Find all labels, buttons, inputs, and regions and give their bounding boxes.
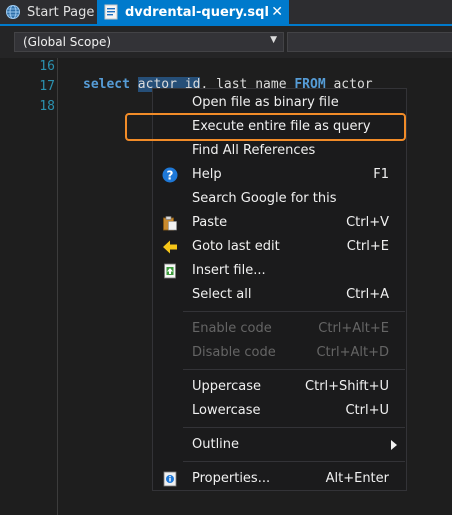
menu-item-label: Properties... (192, 471, 271, 486)
menu-item-goto-last-edit[interactable]: Goto last edit Ctrl+E (154, 235, 405, 259)
tab-bar: Start Page dvdrental-query.sql ✕ (0, 0, 452, 24)
menu-separator (183, 461, 405, 462)
tab-start-page[interactable]: Start Page (0, 0, 96, 24)
tab-start-page-label: Start Page (27, 4, 95, 20)
help-icon: ? (162, 167, 178, 183)
menu-item-label: Insert file... (192, 263, 266, 278)
menu-item-find-references[interactable]: Find All References (154, 139, 405, 163)
chevron-down-icon: ▼ (270, 35, 277, 45)
insert-file-icon (164, 263, 176, 279)
menu-item-disable-code: Disable code Ctrl+Alt+D (154, 341, 405, 365)
menu-item-label: Find All References (192, 143, 316, 158)
menu-separator (183, 311, 405, 312)
menu-item-help[interactable]: ? Help F1 (154, 163, 405, 187)
line-number: 16 (39, 59, 55, 74)
arrow-left-icon (163, 240, 177, 254)
globe-icon (6, 5, 20, 19)
scope-bar: (Global Scope) ▼ (0, 26, 452, 58)
menu-item-label: Select all (192, 287, 252, 302)
menu-item-outline[interactable]: Outline (154, 433, 405, 457)
properties-icon (163, 471, 177, 487)
menu-item-properties[interactable]: Properties... Alt+Enter (154, 467, 405, 491)
menu-item-label: Goto last edit (192, 239, 280, 254)
tab-dvdrental-query[interactable]: dvdrental-query.sql ✕ (97, 0, 289, 24)
line-number: 17 (39, 79, 55, 94)
menu-item-label: Search Google for this (192, 191, 337, 206)
sql-file-icon (104, 4, 118, 20)
scope-dropdown-value: (Global Scope) (23, 35, 112, 49)
menu-item-search-google[interactable]: Search Google for this (154, 187, 405, 211)
menu-separator (183, 369, 405, 370)
menu-item-shortcut: Ctrl+Alt+E (318, 321, 389, 336)
paste-icon (163, 216, 177, 231)
menu-item-shortcut: Ctrl+A (346, 287, 389, 302)
menu-item-label: Enable code (192, 321, 272, 336)
menu-item-paste[interactable]: Paste Ctrl+V (154, 211, 405, 235)
menu-item-shortcut: Ctrl+V (346, 215, 389, 230)
menu-item-execute-file[interactable]: Execute entire file as query (125, 113, 406, 141)
menu-item-shortcut: F1 (373, 167, 389, 182)
context-menu: Open file as binary file Execute entire … (125, 88, 407, 491)
menu-item-lowercase[interactable]: Lowercase Ctrl+U (154, 399, 405, 423)
menu-item-shortcut: Ctrl+U (345, 403, 389, 418)
gutter-divider (57, 58, 58, 515)
menu-item-uppercase[interactable]: Uppercase Ctrl+Shift+U (154, 375, 405, 399)
line-number: 18 (39, 99, 55, 114)
menu-item-shortcut: Ctrl+Alt+D (316, 345, 389, 360)
menu-item-label: Help (192, 167, 222, 182)
menu-item-shortcut: Ctrl+Shift+U (305, 379, 389, 394)
menu-item-shortcut: Alt+Enter (325, 471, 389, 486)
member-dropdown[interactable] (287, 32, 452, 52)
menu-item-open-binary[interactable]: Open file as binary file (154, 91, 405, 115)
menu-item-label: Disable code (192, 345, 276, 360)
menu-item-label: Paste (192, 215, 228, 230)
menu-item-shortcut: Ctrl+E (346, 239, 389, 254)
menu-item-label: Execute entire file as query (192, 119, 371, 134)
menu-item-enable-code: Enable code Ctrl+Alt+E (154, 317, 405, 341)
menu-item-label: Lowercase (192, 403, 261, 418)
menu-separator (183, 427, 405, 428)
close-tab-icon[interactable]: ✕ (271, 4, 283, 20)
menu-item-label: Outline (192, 437, 240, 452)
menu-item-label: Open file as binary file (192, 95, 339, 110)
menu-item-insert-file[interactable]: Insert file... (154, 259, 405, 283)
svg-text:?: ? (167, 169, 174, 183)
keyword-select: select (83, 77, 130, 92)
scope-dropdown[interactable]: (Global Scope) ▼ (14, 32, 284, 52)
chevron-right-icon (391, 440, 397, 450)
tab-dvdrental-query-label: dvdrental-query.sql (125, 4, 269, 20)
menu-item-label: Uppercase (192, 379, 261, 394)
menu-item-select-all[interactable]: Select all Ctrl+A (154, 283, 405, 307)
